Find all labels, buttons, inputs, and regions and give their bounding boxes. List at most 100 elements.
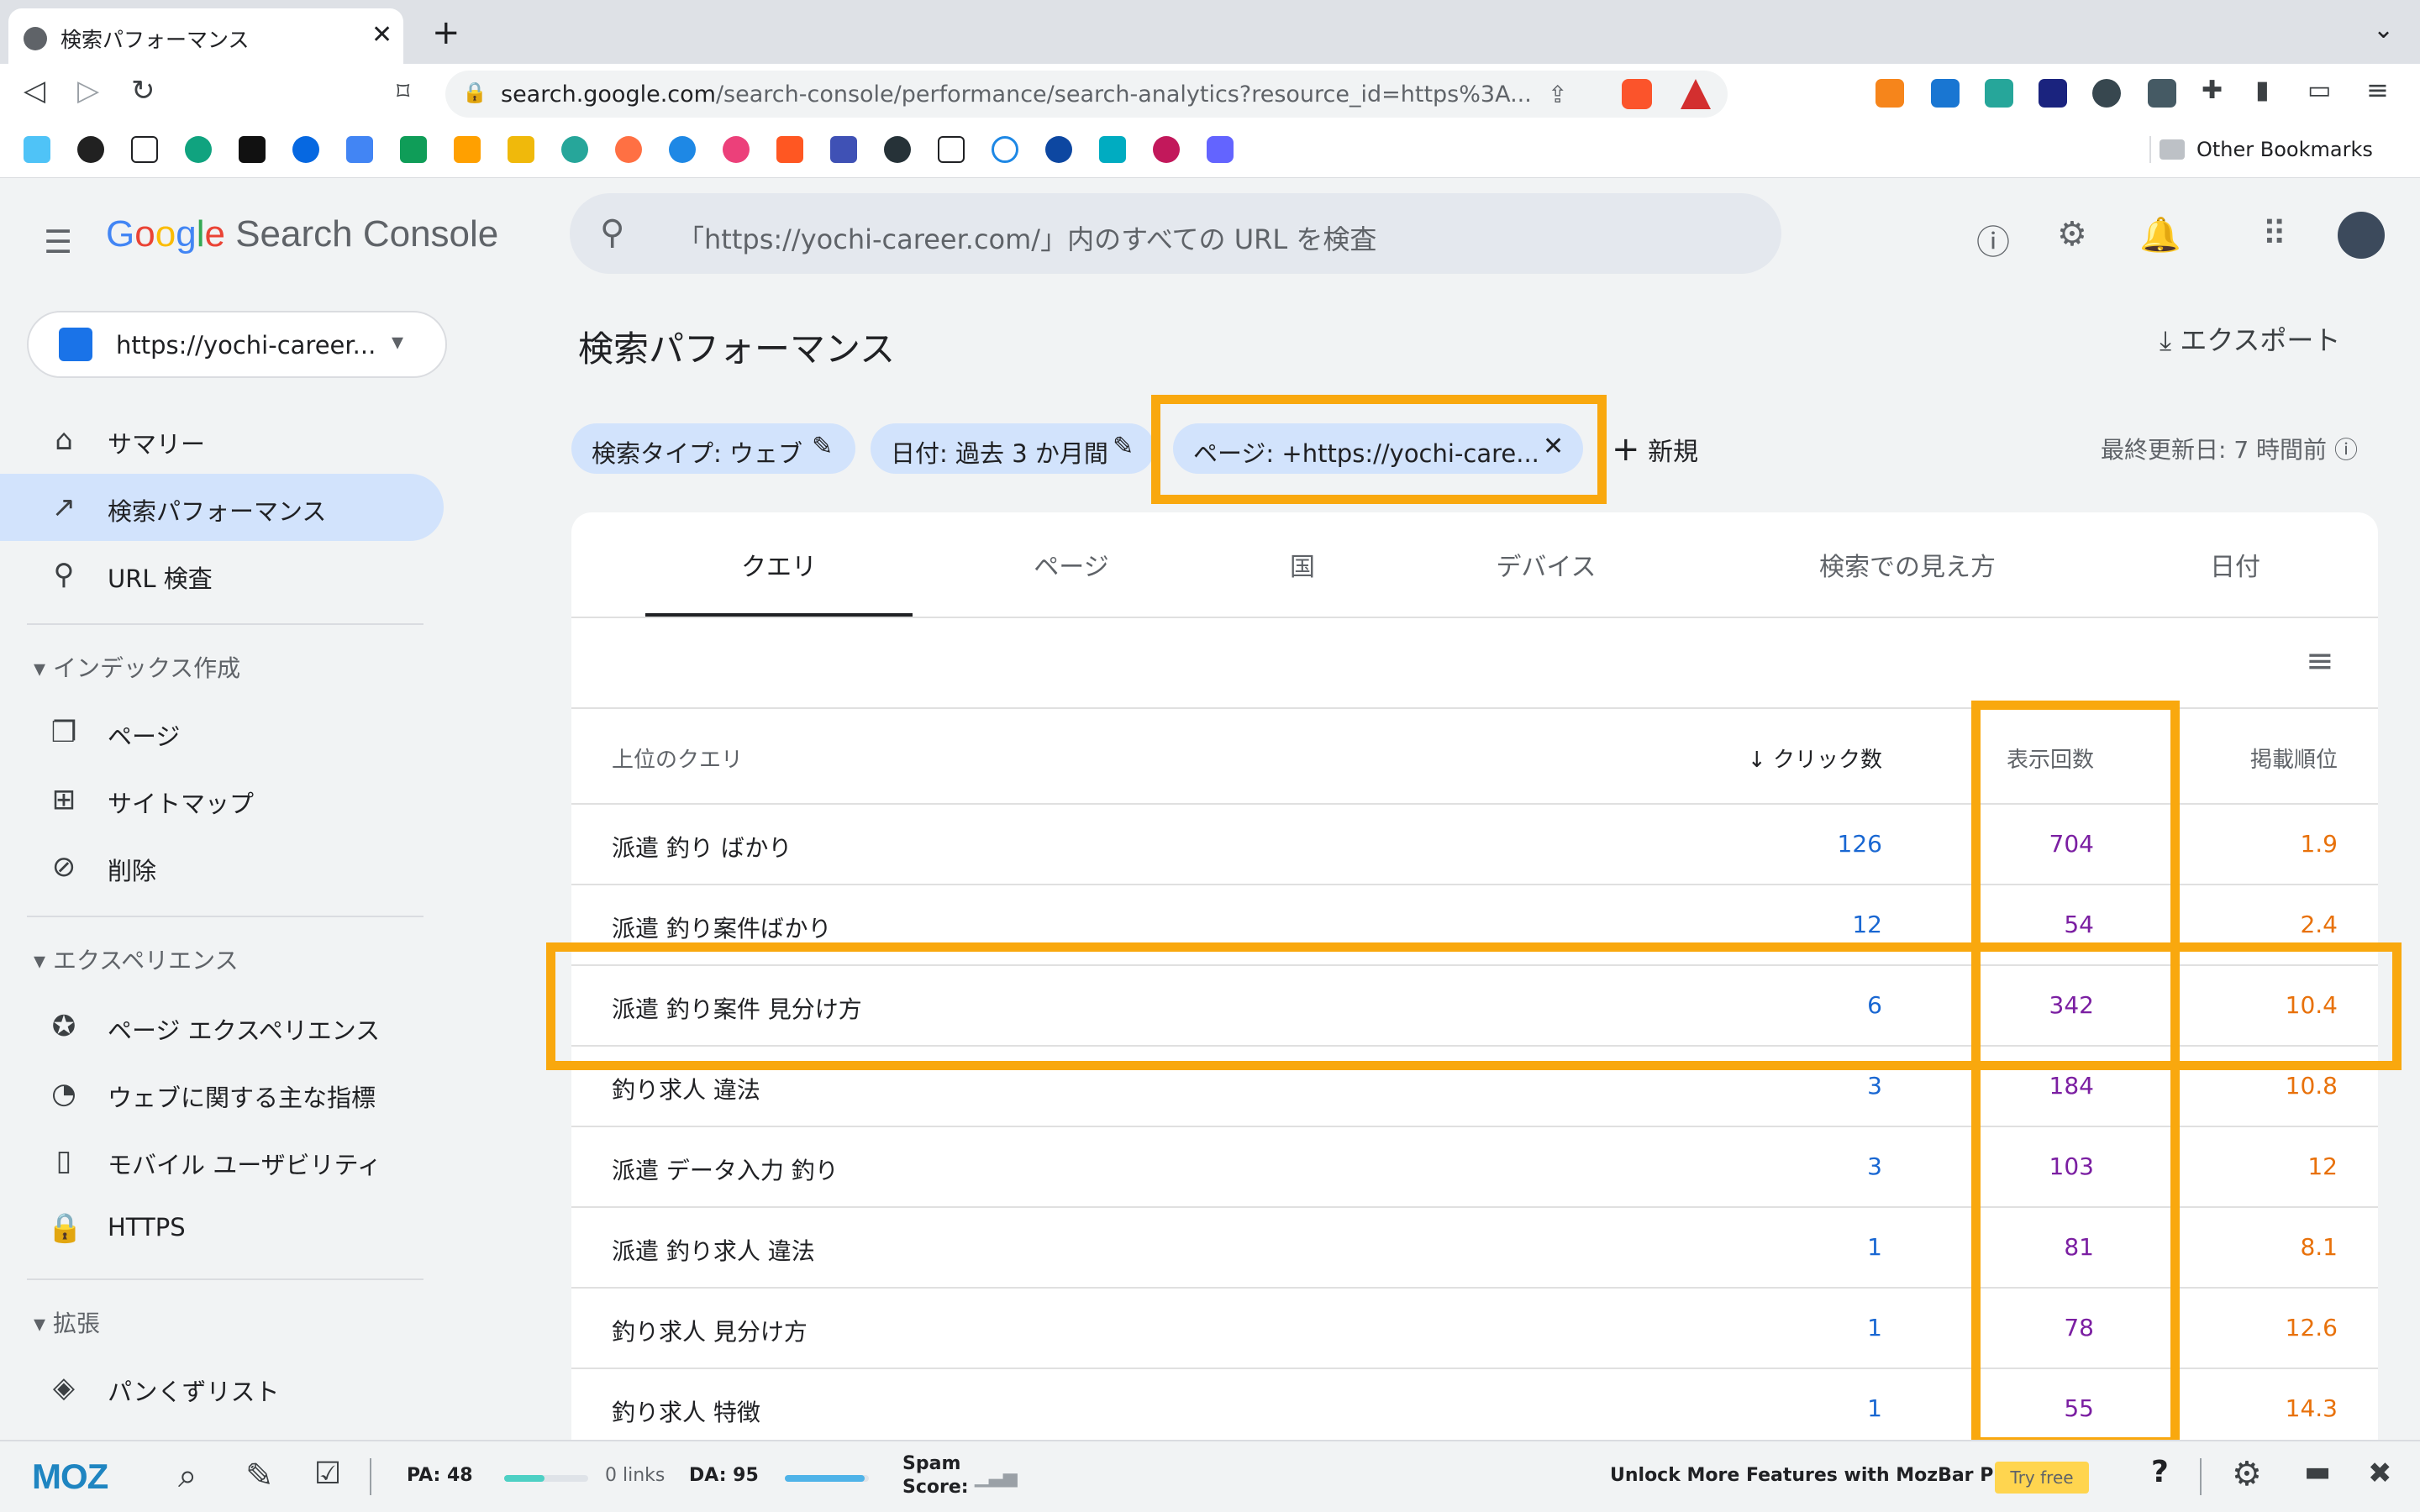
keyword-check-icon[interactable]: ☑ <box>314 1457 341 1491</box>
notifications-bell-icon[interactable]: 🔔 <box>2139 215 2181 255</box>
bookmark-blue-icon[interactable] <box>669 136 696 163</box>
sidebar-item-summary[interactable]: ⌂ サマリー <box>0 407 444 474</box>
share-icon[interactable]: ⇪ <box>1548 81 1567 108</box>
search-console-logo[interactable]: Google Search Console <box>106 213 498 255</box>
gear-icon[interactable]: ⚙ <box>2232 1455 2262 1494</box>
binance-icon[interactable] <box>508 136 534 163</box>
sidebar-item-core-web-vitals[interactable]: ◔ ウェブに関する主な指標 <box>0 1060 444 1127</box>
puzzle-icon[interactable]: ✚ <box>2202 76 2223 105</box>
tab-queries[interactable]: クエリ <box>645 546 913 583</box>
help-question[interactable]: ? <box>2151 1455 2169 1489</box>
wallet-icon[interactable]: ▭ <box>2307 76 2331 105</box>
extension-m-icon[interactable] <box>1931 79 1960 108</box>
sidebar-item-breadcrumbs[interactable]: ◈ パンくずリスト <box>0 1354 444 1421</box>
column-header-position[interactable]: 掲載順位 <box>2250 743 2338 774</box>
close-tab-icon[interactable]: ✕ <box>371 20 392 50</box>
sidebar-item-pages[interactable]: ❐ ページ <box>0 699 444 766</box>
filter-rows-icon[interactable]: ≡ <box>2306 642 2334 680</box>
page-analysis-icon[interactable]: ⌕ <box>178 1457 197 1495</box>
bookmark-pink-icon[interactable] <box>723 136 750 163</box>
filter-chip-search-type[interactable]: 検索タイプ: ウェブ ✎ <box>571 423 855 474</box>
tab-search-appearance[interactable]: 検索での見え方 <box>1765 546 2050 583</box>
url-inspect-search[interactable]: ⚲ 「https://yochi-career.com/」内のすべての URL … <box>570 193 1781 274</box>
property-selector[interactable]: https://yochi-career... ▾ <box>27 311 447 378</box>
tab-dates[interactable]: 日付 <box>2151 546 2319 583</box>
bookmark-wave-icon[interactable] <box>131 136 158 163</box>
sidebar-item-search-performance[interactable]: ↗ 検索パフォーマンス <box>0 474 444 541</box>
forward-icon[interactable]: ▷ <box>77 74 99 108</box>
highlighter-pen-icon[interactable]: ✎ <box>245 1457 274 1495</box>
try-free-button[interactable]: Try free <box>1995 1462 2089 1494</box>
new-filter-button[interactable]: + 新規 <box>1612 430 1698 469</box>
avatar[interactable] <box>2338 212 2385 259</box>
tab-search-chevron-icon[interactable]: ⌄ <box>2373 15 2394 45</box>
edit-pencil-icon[interactable]: ✎ <box>812 432 833 461</box>
sidebar-toggle-icon[interactable]: ▮ <box>2255 76 2270 105</box>
section-index[interactable]: ▾ インデックス作成 <box>34 650 240 684</box>
property-favicon-icon <box>59 328 92 361</box>
new-tab-icon[interactable]: + <box>432 13 460 52</box>
bookmark-bird-icon[interactable] <box>884 136 911 163</box>
pa-bar <box>504 1475 588 1482</box>
extension-hex-icon[interactable] <box>2039 79 2067 108</box>
reload-icon[interactable]: ↻ <box>131 74 155 108</box>
sidebar-item-https[interactable]: 🔒 HTTPS <box>0 1194 444 1262</box>
section-experience[interactable]: ▾ エクスペリエンス <box>34 942 239 976</box>
moz-logo[interactable]: MOZ <box>32 1457 108 1497</box>
address-bar[interactable]: 🔒 search.google.com/search-console/perfo… <box>445 71 1728 118</box>
bookmark-icon[interactable]: ⌑ <box>397 77 409 107</box>
meta-icon[interactable] <box>292 136 319 163</box>
bookmark-face-icon[interactable] <box>615 136 642 163</box>
sidebar-item-removals[interactable]: ⊘ 削除 <box>0 833 444 900</box>
help-circle-icon[interactable]: ⓘ <box>2334 436 2358 464</box>
sidebar: https://yochi-career... ▾ ⌂ サマリー ↗ 検索パフォ… <box>0 294 471 1440</box>
export-button[interactable]: ⤓ エクスポート <box>2160 319 2340 358</box>
mastodon-icon[interactable] <box>1207 136 1234 163</box>
edit-pencil-icon[interactable]: ✎ <box>1113 432 1134 461</box>
sidebar-item-sitemaps[interactable]: ⊞ サイトマップ <box>0 766 444 833</box>
extension-grid-icon[interactable] <box>2148 79 2176 108</box>
bookmark-code-icon[interactable] <box>992 136 1018 163</box>
tab-devices[interactable]: デバイス <box>1445 546 1647 583</box>
section-label: 拡張 <box>52 1310 100 1337</box>
collapse-bar-icon[interactable]: ▬ <box>2304 1455 2331 1488</box>
brave-rewards-icon[interactable] <box>1681 79 1711 109</box>
hamburger-menu-icon[interactable]: ☰ <box>44 223 72 260</box>
filter-chip-date[interactable]: 日付: 過去 3 か月間 ✎ <box>871 423 1155 474</box>
bookmark-tile-icon[interactable] <box>938 136 965 163</box>
bookmark-b-icon[interactable] <box>776 136 803 163</box>
google-sheets-icon[interactable] <box>400 136 427 163</box>
brave-shield-icon[interactable] <box>1622 79 1652 109</box>
settings-user-icon[interactable]: ⚙ <box>2057 215 2087 254</box>
chatgpt-icon[interactable] <box>185 136 212 163</box>
bookmark-teal-icon[interactable] <box>561 136 588 163</box>
metamask-icon[interactable] <box>1876 79 1904 108</box>
last-updated-text: 最終更新日: 7 時間前 <box>2101 436 2328 464</box>
browser-tab[interactable]: 検索パフォーマンス ✕ <box>8 8 403 64</box>
section-enhancements[interactable]: ▾ 拡張 <box>34 1305 100 1339</box>
bookmark-a-icon[interactable] <box>830 136 857 163</box>
google-docs-icon[interactable] <box>346 136 373 163</box>
help-icon[interactable]: ⓘ <box>1976 215 2010 264</box>
notion-icon[interactable] <box>239 136 266 163</box>
back-icon[interactable]: ◁ <box>24 74 45 108</box>
bookmark-arc-icon[interactable] <box>1099 136 1126 163</box>
other-bookmarks[interactable]: Other Bookmarks <box>2196 138 2373 161</box>
gpt-extension-icon[interactable] <box>2092 79 2121 108</box>
sidebar-item-page-experience[interactable]: ✪ ページ エクスペリエンス <box>0 993 444 1060</box>
spotify-icon[interactable] <box>77 136 104 163</box>
menu-icon[interactable]: ≡ <box>2366 74 2389 106</box>
apps-grid-icon[interactable]: ⠿ <box>2262 215 2286 254</box>
extension-shield-icon[interactable] <box>1985 79 2013 108</box>
close-mozbar-icon[interactable]: ✖ <box>2368 1457 2392 1490</box>
bookmark-globe-icon[interactable] <box>1045 136 1072 163</box>
bookmark-magenta-icon[interactable] <box>1153 136 1180 163</box>
tab-countries[interactable]: 国 <box>1210 546 1395 583</box>
bookmark-1-icon[interactable] <box>24 136 50 163</box>
sidebar-item-mobile-usability[interactable]: ▯ モバイル ユーザビリティ <box>0 1127 444 1194</box>
sidebar-item-url-inspection[interactable]: ⚲ URL 検査 <box>0 541 444 608</box>
column-header-clicks[interactable]: ↓ クリック数 <box>1748 743 1882 774</box>
sort-arrow-down-icon: ↓ <box>1747 748 1773 773</box>
tab-pages[interactable]: ページ <box>966 546 1176 583</box>
bookmark-stack-icon[interactable] <box>454 136 481 163</box>
